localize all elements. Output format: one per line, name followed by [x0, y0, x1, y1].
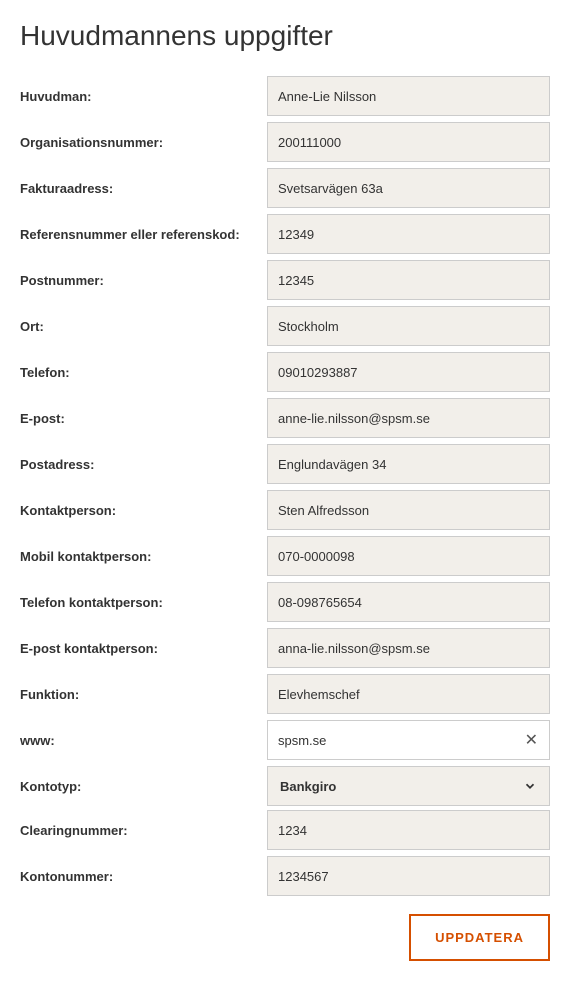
input-www[interactable]: [267, 720, 550, 760]
input-postnummer[interactable]: [267, 260, 550, 300]
label-epost: E-post:: [20, 411, 267, 426]
input-kontaktperson[interactable]: [267, 490, 550, 530]
label-mobil-kontakt: Mobil kontaktperson:: [20, 549, 267, 564]
label-refnr: Referensnummer eller referenskod:: [20, 227, 267, 242]
label-epost-kontakt: E-post kontaktperson:: [20, 641, 267, 656]
label-kontotyp: Kontotyp:: [20, 779, 267, 794]
input-ort[interactable]: [267, 306, 550, 346]
label-telefon: Telefon:: [20, 365, 267, 380]
input-funktion[interactable]: [267, 674, 550, 714]
close-icon: ✕: [525, 732, 538, 749]
select-kontotyp[interactable]: Bankgiro: [267, 766, 550, 806]
label-ort: Ort:: [20, 319, 267, 334]
label-www: www:: [20, 733, 267, 748]
label-telefon-kontakt: Telefon kontaktperson:: [20, 595, 267, 610]
label-kontaktperson: Kontaktperson:: [20, 503, 267, 518]
label-clearing: Clearingnummer:: [20, 823, 267, 838]
select-kontotyp-value: Bankgiro: [280, 779, 523, 794]
input-telefon[interactable]: [267, 352, 550, 392]
input-kontonr[interactable]: [267, 856, 550, 896]
label-fakturaadress: Fakturaadress:: [20, 181, 267, 196]
label-kontonr: Kontonummer:: [20, 869, 267, 884]
input-clearing[interactable]: [267, 810, 550, 850]
input-refnr[interactable]: [267, 214, 550, 254]
input-telefon-kontakt[interactable]: [267, 582, 550, 622]
chevron-down-icon: [523, 779, 537, 793]
clear-www-button[interactable]: ✕: [521, 730, 542, 750]
label-funktion: Funktion:: [20, 687, 267, 702]
label-postadress: Postadress:: [20, 457, 267, 472]
input-fakturaadress[interactable]: [267, 168, 550, 208]
label-huvudman: Huvudman:: [20, 89, 267, 104]
input-epost[interactable]: [267, 398, 550, 438]
page-title: Huvudmannens uppgifter: [20, 20, 550, 52]
input-huvudman[interactable]: [267, 76, 550, 116]
input-orgnr[interactable]: [267, 122, 550, 162]
label-postnummer: Postnummer:: [20, 273, 267, 288]
update-button[interactable]: UPPDATERA: [409, 914, 550, 961]
input-epost-kontakt[interactable]: [267, 628, 550, 668]
label-orgnr: Organisationsnummer:: [20, 135, 267, 150]
input-mobil-kontakt[interactable]: [267, 536, 550, 576]
input-postadress[interactable]: [267, 444, 550, 484]
